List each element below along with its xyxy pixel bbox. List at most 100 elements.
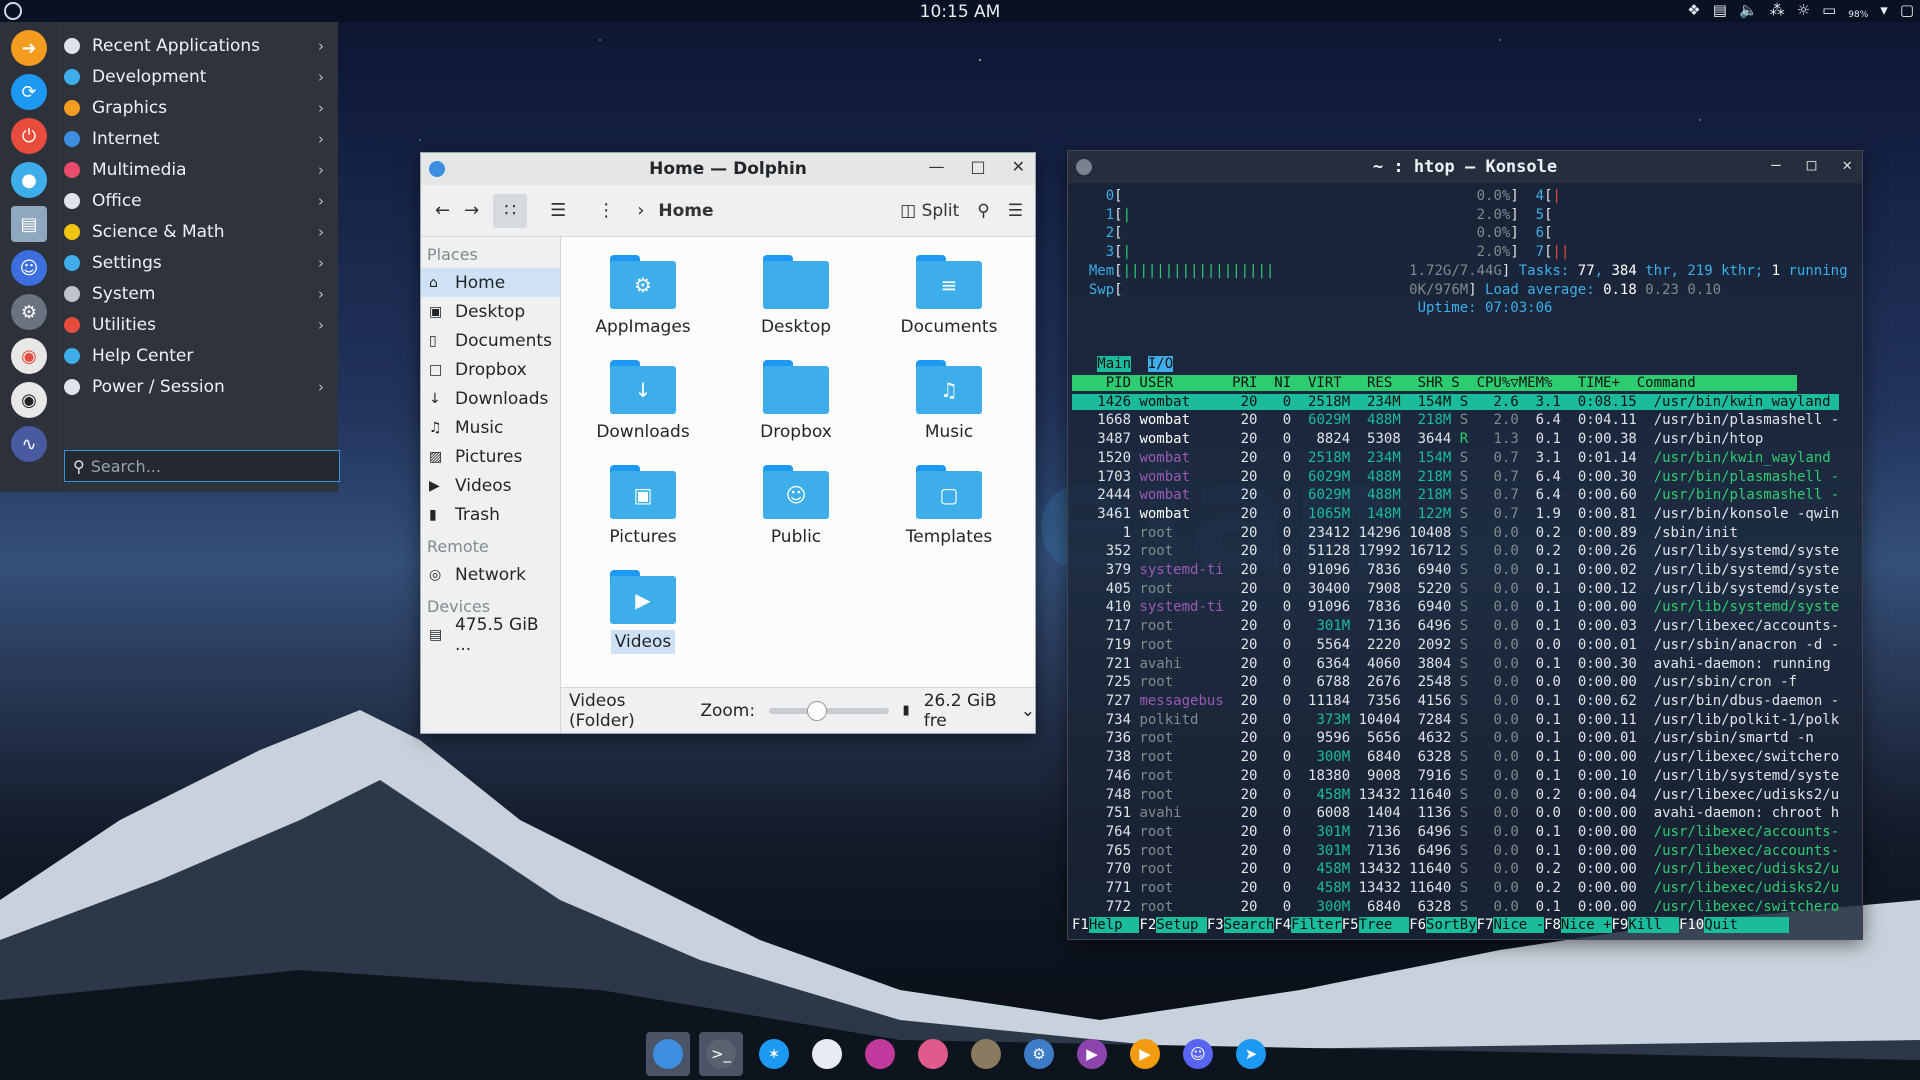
menu-item-internet[interactable]: Internet ›: [58, 123, 338, 154]
konsole-app-icon[interactable]: [1076, 159, 1092, 175]
back-icon[interactable]: ←: [435, 200, 450, 221]
folder-appimages[interactable]: ⚙ AppImages: [573, 255, 713, 337]
maximize-icon[interactable]: □: [970, 157, 985, 176]
discord-dock-icon[interactable]: ☺: [1176, 1032, 1220, 1076]
dolphin-app-icon[interactable]: [429, 161, 445, 177]
places-item-documents[interactable]: ▯ Documents: [421, 326, 560, 355]
breadcrumb[interactable]: Home: [658, 201, 713, 221]
places-item-music[interactable]: ♫ Music: [421, 413, 560, 442]
clock[interactable]: 10:15 AM: [0, 2, 1920, 22]
firefox-dock-icon[interactable]: [858, 1032, 902, 1076]
folder-music[interactable]: ♫ Music: [879, 360, 1019, 442]
places-item-videos[interactable]: ▶ Videos: [421, 471, 560, 500]
compact-view-button[interactable]: ⋮: [589, 194, 623, 228]
close-icon[interactable]: ✕: [1012, 157, 1025, 176]
konsole-titlebar[interactable]: ~ : htop — Konsole — □ ✕: [1068, 151, 1862, 183]
dolphin-titlebar[interactable]: Home — Dolphin — □ ✕: [421, 153, 1035, 185]
dolphin-dock-icon[interactable]: [646, 1032, 690, 1076]
dolphin-logo-icon[interactable]: ☺: [11, 250, 47, 286]
power-icon[interactable]: ⏻: [11, 118, 47, 154]
chevron-right-icon: ›: [318, 222, 324, 241]
free-space[interactable]: 26.2 GiB fre: [924, 691, 1017, 731]
folder-documents[interactable]: ≡ Documents: [879, 255, 1019, 337]
volume-icon[interactable]: 🔈: [1739, 1, 1758, 19]
dropbox-icon[interactable]: ❖: [1687, 1, 1700, 19]
menu-item-science-math[interactable]: Science & Math ›: [58, 216, 338, 247]
folder-public[interactable]: ☺ Public: [726, 465, 866, 547]
display-icon[interactable]: ▭: [1822, 1, 1836, 19]
folder-downloads[interactable]: ↓ Downloads: [573, 360, 713, 442]
record-icon[interactable]: ◉: [11, 338, 47, 374]
brightness-icon[interactable]: ☼: [1797, 1, 1810, 19]
minimize-icon[interactable]: —: [928, 157, 944, 176]
menu-item-settings[interactable]: Settings ›: [58, 247, 338, 278]
menu-item-recent-applications[interactable]: Recent Applications ›: [58, 30, 338, 61]
maximize-icon[interactable]: □: [1807, 155, 1817, 174]
menu-item-office[interactable]: Office ›: [58, 185, 338, 216]
places-item-475-5-gib[interactable]: ▤ 475.5 GiB ...: [421, 615, 560, 655]
places-item-label: 475.5 GiB ...: [454, 614, 539, 655]
camera-icon[interactable]: ◉: [11, 382, 47, 418]
forward-arrow-icon[interactable]: ➜: [11, 30, 47, 66]
menu-item-multimedia[interactable]: Multimedia ›: [58, 154, 338, 185]
folder-label: Dropbox: [760, 422, 832, 442]
details-view-button[interactable]: ☰: [541, 194, 575, 228]
clipboard-icon[interactable]: ▤: [1713, 1, 1727, 19]
battery-icon[interactable]: 98%: [1848, 10, 1868, 20]
gear-icon[interactable]: ⚙: [11, 294, 47, 330]
search-icon[interactable]: ⚲: [977, 201, 989, 221]
gimp-icon: [971, 1039, 1001, 1069]
hamburger-menu-icon[interactable]: ☰: [1008, 201, 1023, 221]
chevron-down-icon[interactable]: ⌄: [1021, 701, 1035, 721]
tray-expand-icon[interactable]: ▾: [1880, 1, 1888, 19]
file-manager-icon[interactable]: ▤: [11, 206, 47, 242]
refresh-icon[interactable]: ⟳: [11, 74, 47, 110]
gear-icon: [64, 254, 80, 271]
places-item-home[interactable]: ⌂ Home: [421, 268, 560, 297]
zoom-slider-handle[interactable]: [806, 700, 827, 721]
krita-dock-icon[interactable]: [911, 1032, 955, 1076]
folder-pictures[interactable]: ▣ Pictures: [573, 465, 713, 547]
menu-item-label: Internet: [92, 128, 160, 149]
menu-item-help-center[interactable]: Help Center: [58, 340, 338, 371]
video-player-dock-icon[interactable]: ▶: [1123, 1032, 1167, 1076]
show-desktop-icon[interactable]: ▢: [1900, 1, 1914, 19]
places-item-network[interactable]: ◎ Network: [421, 560, 560, 589]
places-item-trash[interactable]: ▮ Trash: [421, 500, 560, 529]
folder-icon: ☺: [763, 465, 829, 519]
folder-videos[interactable]: ▶ Videos: [573, 570, 713, 654]
media-player-dock-icon[interactable]: ▶: [1070, 1032, 1114, 1076]
konsole-dock-icon[interactable]: >_: [699, 1032, 743, 1076]
menu-item-development[interactable]: Development ›: [58, 61, 338, 92]
kde-connect-dock-icon[interactable]: ✶: [752, 1032, 796, 1076]
menu-item-power-session[interactable]: Power / Session ›: [58, 371, 338, 402]
places-item-pictures[interactable]: ▨ Pictures: [421, 442, 560, 471]
folder-templates[interactable]: ▢ Templates: [879, 465, 1019, 547]
system-monitor-icon[interactable]: ∿: [11, 426, 47, 462]
system-settings-dock-icon[interactable]: ⚙: [1017, 1032, 1061, 1076]
minimize-icon[interactable]: —: [1771, 155, 1781, 174]
gimp-dock-icon[interactable]: [964, 1032, 1008, 1076]
chat-dock-icon[interactable]: [805, 1032, 849, 1076]
breadcrumb-chevron-icon: ›: [637, 200, 645, 221]
zoom-slider[interactable]: [769, 700, 889, 721]
folder-dropbox[interactable]: Dropbox: [726, 360, 866, 442]
terminal[interactable]: 0[ 0.0%] 4[| 0.7%] 1[| 2.0%] 5[: [1072, 187, 1858, 935]
browser-dock-icon[interactable]: ➤: [1229, 1032, 1273, 1076]
menu-item-utilities[interactable]: Utilities ›: [58, 309, 338, 340]
forward-icon[interactable]: →: [464, 200, 479, 221]
search-input[interactable]: ⚲ Search...: [64, 450, 340, 482]
places-item-desktop[interactable]: ▣ Desktop: [421, 297, 560, 326]
places-item-downloads[interactable]: ↓ Downloads: [421, 384, 560, 413]
bluetooth-icon[interactable]: ⁂: [1770, 1, 1785, 19]
split-button[interactable]: ◫ Split: [900, 201, 959, 221]
folder-icon: ⚙: [610, 255, 676, 309]
toggle-icon[interactable]: ●: [11, 162, 47, 198]
menu-item-system[interactable]: System ›: [58, 278, 338, 309]
places-item-dropbox[interactable]: □ Dropbox: [421, 355, 560, 384]
menu-item-graphics[interactable]: Graphics ›: [58, 92, 338, 123]
folder-desktop[interactable]: Desktop: [726, 255, 866, 337]
places-item-label: Videos: [455, 475, 512, 496]
icons-view-button[interactable]: ∷: [493, 193, 528, 228]
close-icon[interactable]: ✕: [1842, 155, 1852, 174]
